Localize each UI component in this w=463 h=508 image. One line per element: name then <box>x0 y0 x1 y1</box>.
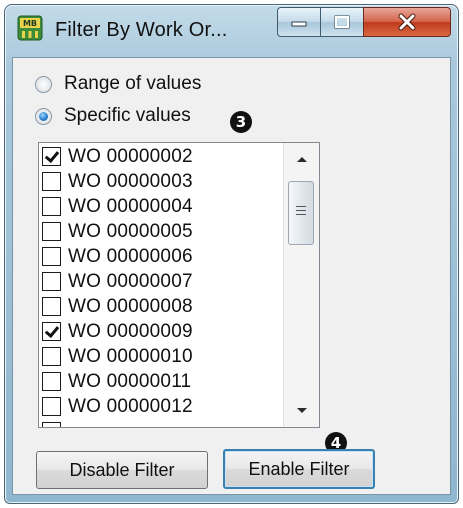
scroll-up-button[interactable] <box>284 147 319 171</box>
item-checkbox[interactable] <box>42 172 61 191</box>
item-label: WO 00000007 <box>68 270 193 292</box>
list-item[interactable]: WO 00000007 <box>39 269 279 294</box>
minimize-icon <box>291 21 307 27</box>
maximize-button[interactable] <box>320 7 364 37</box>
item-checkbox[interactable] <box>42 272 61 291</box>
item-label: WO 00000006 <box>68 245 193 267</box>
list-item[interactable]: WO 00000009 <box>39 319 279 344</box>
list-item[interactable]: WO 00000005 <box>39 219 279 244</box>
item-label: WO 00000010 <box>68 345 193 367</box>
app-icon-text: MB <box>23 19 37 28</box>
item-label: WO 00000004 <box>68 195 193 217</box>
item-checkbox[interactable] <box>42 247 61 266</box>
item-checkbox[interactable] <box>42 347 61 366</box>
item-checkbox[interactable] <box>42 397 61 416</box>
item-checkbox[interactable] <box>42 322 61 341</box>
annotation-marker-3: 3 <box>230 111 252 133</box>
list-item-partial <box>39 419 279 427</box>
item-checkbox[interactable] <box>42 297 61 316</box>
list-item[interactable]: WO 00000003 <box>39 169 279 194</box>
item-checkbox[interactable] <box>42 372 61 391</box>
app-icon: MB <box>17 15 43 41</box>
thumb-grip-line <box>296 206 306 207</box>
radio-specific-values[interactable]: Specific values <box>35 104 191 128</box>
close-button[interactable] <box>363 7 451 37</box>
scroll-up-arrow-icon <box>296 157 307 162</box>
list-item[interactable]: WO 00000002 <box>39 144 279 169</box>
radio-range-of-values[interactable]: Range of values <box>35 72 201 96</box>
scroll-down-arrow-icon <box>296 408 307 413</box>
scrollbar-thumb[interactable] <box>288 181 314 245</box>
vertical-scrollbar[interactable] <box>283 143 319 427</box>
list-item[interactable]: WO 00000004 <box>39 194 279 219</box>
list-item[interactable]: WO 00000008 <box>39 294 279 319</box>
radio-label: Range of values <box>64 73 202 94</box>
radio-button[interactable] <box>35 107 52 125</box>
item-label: WO 00000011 <box>68 370 192 392</box>
list-item[interactable]: WO 00000006 <box>39 244 279 269</box>
dialog-client-area: Range of values Specific values 3 WO 000… <box>12 57 451 495</box>
item-checkbox[interactable] <box>42 147 61 166</box>
close-icon <box>398 13 416 31</box>
window-title: Filter By Work Or... <box>55 19 228 41</box>
item-label: WO 00000012 <box>68 395 193 417</box>
item-label: WO 00000003 <box>68 170 193 192</box>
list-item[interactable]: WO 00000010 <box>39 344 279 369</box>
item-label: WO 00000005 <box>68 220 193 242</box>
enable-filter-button[interactable]: Enable Filter <box>223 449 375 489</box>
disable-filter-button[interactable]: Disable Filter <box>36 451 208 489</box>
title-bar[interactable]: MB Filter By Work Or... <box>5 5 458 57</box>
item-label: WO 00000009 <box>68 320 193 342</box>
item-label: WO 00000008 <box>68 295 193 317</box>
item-label: WO 00000002 <box>68 145 193 167</box>
scroll-down-button[interactable] <box>284 399 319 423</box>
radio-label: Specific values <box>64 105 191 126</box>
item-checkbox <box>42 422 61 427</box>
minimize-button[interactable] <box>277 7 321 37</box>
caption-buttons <box>277 7 452 37</box>
values-listbox[interactable]: WO 00000002 WO 00000003 WO 00000004 WO 0000… <box>38 142 320 428</box>
filter-dialog-window: MB Filter By Work Or... Range of values … <box>4 4 459 504</box>
thumb-grip-line <box>296 210 306 211</box>
list-item[interactable]: WO 00000011 <box>39 369 279 394</box>
radio-button[interactable] <box>35 75 52 93</box>
thumb-grip-line <box>296 214 306 215</box>
list-item[interactable]: WO 00000012 <box>39 394 279 419</box>
maximize-icon <box>334 15 350 29</box>
item-checkbox[interactable] <box>42 222 61 241</box>
item-checkbox[interactable] <box>42 197 61 216</box>
